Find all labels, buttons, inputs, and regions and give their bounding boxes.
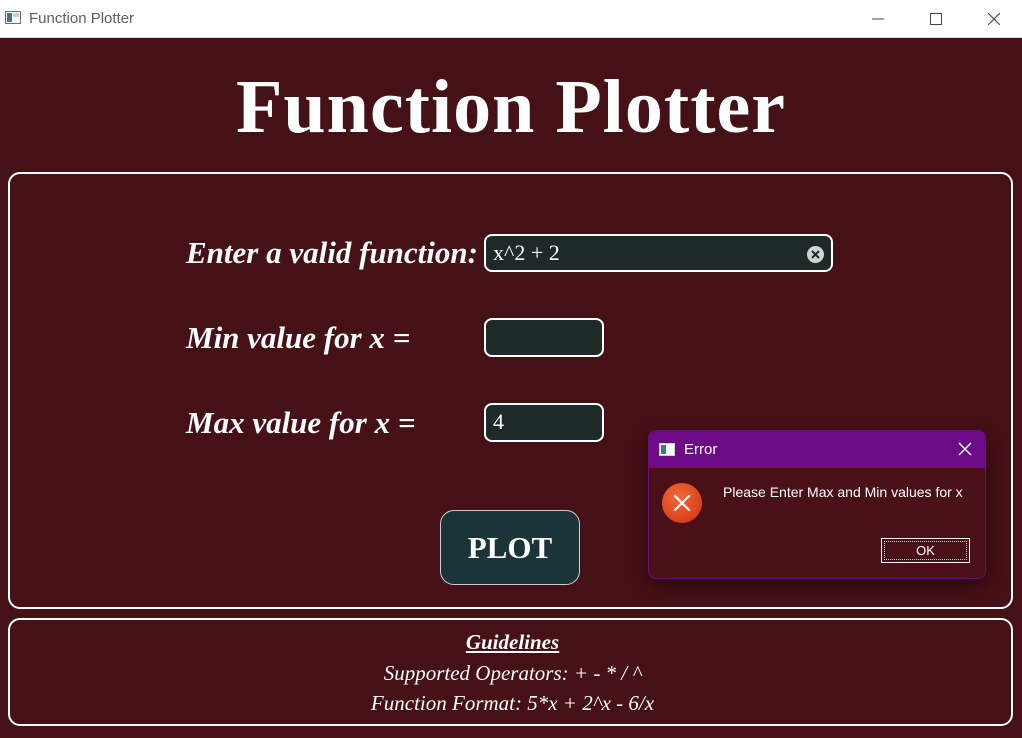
- guidelines-title: Guidelines: [465, 630, 560, 654]
- min-x-input[interactable]: [484, 318, 604, 357]
- clear-input-button[interactable]: [807, 246, 824, 263]
- maximize-icon: [930, 12, 942, 25]
- app-window-icon: [5, 11, 21, 24]
- max-label: Max value for x =: [186, 405, 416, 440]
- close-button[interactable]: [965, 0, 1022, 37]
- function-input-value: x^2 + 2: [493, 240, 560, 265]
- clear-icon: [811, 250, 820, 259]
- error-icon: [662, 483, 702, 523]
- dialog-title: Error: [684, 441, 718, 458]
- guidelines-format: Function Format: 5*x + 2^x - 6/x: [370, 691, 655, 715]
- max-x-input[interactable]: 4: [484, 403, 604, 442]
- plot-button[interactable]: PLOT: [440, 510, 580, 585]
- page-title: Function Plotter: [235, 65, 786, 149]
- min-label: Min value for x =: [186, 320, 411, 355]
- guidelines-operators: Supported Operators: + - * / ^: [383, 661, 642, 685]
- dialog-window-icon: [659, 443, 675, 456]
- minimize-button[interactable]: [849, 0, 907, 37]
- window-title: Function Plotter: [29, 10, 135, 27]
- error-dialog: Error Please Enter Max and Min values fo…: [648, 430, 986, 579]
- maximize-button[interactable]: [907, 0, 965, 37]
- max-x-value: 4: [493, 409, 504, 434]
- dialog-titlebar[interactable]: Error: [649, 431, 985, 468]
- function-label: Enter a valid function:: [186, 235, 478, 270]
- close-icon: [988, 12, 1000, 25]
- ok-button[interactable]: OK: [881, 538, 970, 563]
- dialog-message: Please Enter Max and Min values for x: [723, 484, 963, 500]
- guidelines-panel: Guidelines Supported Operators: + - * / …: [8, 618, 1013, 726]
- minimize-icon: [872, 18, 884, 19]
- function-input[interactable]: x^2 + 2: [484, 234, 833, 272]
- dialog-close-icon[interactable]: [957, 441, 973, 457]
- window-titlebar[interactable]: Function Plotter: [0, 0, 1022, 38]
